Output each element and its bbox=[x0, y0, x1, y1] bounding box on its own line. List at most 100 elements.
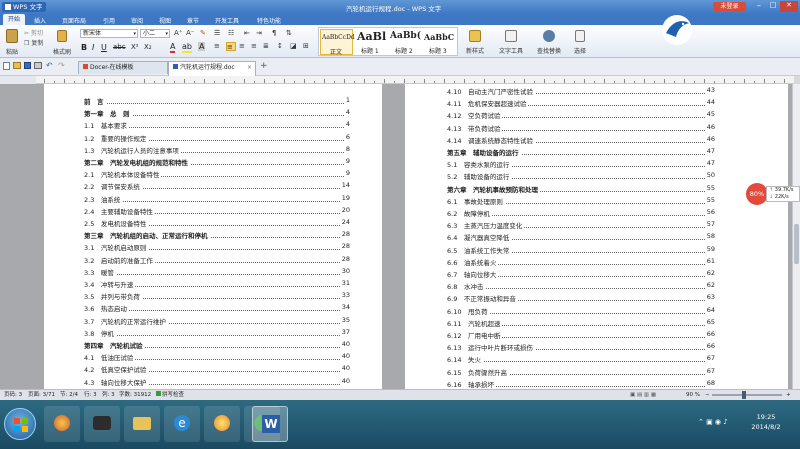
toc-chapter-entry[interactable]: 前 言 1 bbox=[84, 96, 350, 106]
app-menu-button[interactable]: WPS 文字 bbox=[2, 2, 46, 12]
taskbar-app-2[interactable] bbox=[84, 406, 120, 442]
undo-icon[interactable]: ↶ bbox=[46, 61, 53, 70]
minimize-button[interactable]: – bbox=[752, 1, 766, 12]
doc-tab-active[interactable]: 汽轮机运行规程.doc × bbox=[168, 61, 256, 76]
redo-icon[interactable]: ↷ bbox=[58, 61, 65, 70]
toc-entry[interactable]: 6.7 轴向位移大 62 bbox=[447, 269, 715, 279]
toc-entry[interactable]: 6.9 不正常振动和异音 63 bbox=[447, 293, 715, 304]
network-widget[interactable]: 80% ↑ 39.7K/s ↓ 22K/s bbox=[746, 183, 800, 205]
toc-entry[interactable]: 2.5 发电机设备特性 24 bbox=[84, 218, 350, 228]
tab-references[interactable]: 引用 bbox=[103, 16, 115, 25]
toc-entry[interactable]: 4.10 自动主汽门严密性试验 43 bbox=[447, 86, 715, 96]
open-icon[interactable] bbox=[13, 62, 21, 69]
toc-chapter-entry[interactable]: 第一章 总 则 4 bbox=[84, 108, 350, 119]
toc-entry[interactable]: 5.2 辅助设备的运行 50 bbox=[447, 171, 715, 182]
font-size-select[interactable]: 小二 ▾ bbox=[140, 29, 170, 38]
toc-entry[interactable]: 2.1 汽轮机本体设备特性 9 bbox=[84, 169, 350, 180]
style-heading-1[interactable]: AaBl 标题 1 bbox=[355, 29, 388, 55]
shading-icon[interactable]: ◪ bbox=[290, 42, 297, 50]
view-mode-icons[interactable]: ▣ ▤ ▥ ▦ bbox=[630, 390, 656, 400]
toc-entry[interactable]: 2.3 油系统 19 bbox=[84, 193, 350, 204]
tab-chapter[interactable]: 章节 bbox=[187, 16, 199, 25]
toc-entry[interactable]: 3.2 启动前的准备工作 28 bbox=[84, 254, 350, 265]
font-name-select[interactable]: 新宋体 ▾ bbox=[80, 29, 138, 38]
new-doc-icon[interactable] bbox=[3, 62, 10, 70]
tab-page-layout[interactable]: 页面布局 bbox=[62, 16, 86, 25]
status-col[interactable]: 列: 3 bbox=[102, 390, 115, 400]
toc-entry[interactable]: 4.11 危机保安器超速试验 44 bbox=[447, 98, 715, 109]
line-spacing-icon[interactable]: ↕ bbox=[277, 42, 283, 50]
page-left[interactable]: 前 言 1 第一章 总 则 4 1.1 基本要求 4 1.2 重要的操作规定 6 1.3 汽轮机… bbox=[44, 84, 382, 389]
toc-entry[interactable]: 3.6 热态启动 34 bbox=[84, 303, 350, 314]
toc-chapter-entry[interactable]: 第三章 汽轮机组的启动、正常运行和停机 28 bbox=[84, 230, 350, 241]
bold-icon[interactable]: B bbox=[81, 43, 87, 52]
toc-entry[interactable]: 4.1 低油压试验 40 bbox=[84, 352, 350, 363]
grow-font-icon[interactable]: A⁺ bbox=[174, 29, 182, 37]
toc-entry[interactable]: 3.1 汽轮机启动原则 28 bbox=[84, 242, 350, 253]
toc-entry[interactable]: 4.3 轴向位移大保护 40 bbox=[84, 376, 350, 387]
tab-start[interactable]: 开始 bbox=[3, 14, 25, 25]
tab-developer[interactable]: 开发工具 bbox=[215, 16, 239, 25]
status-page[interactable]: 页码: 3 bbox=[4, 390, 22, 400]
zoom-slider-thumb[interactable] bbox=[742, 391, 746, 399]
save-icon[interactable] bbox=[24, 62, 31, 69]
toc-entry[interactable]: 3.4 冲转与升速 31 bbox=[84, 279, 350, 289]
outdent-icon[interactable]: ⇤ bbox=[244, 29, 250, 37]
subscript-icon[interactable]: X₂ bbox=[144, 43, 152, 51]
toc-entry[interactable]: 6.4 凝汽器真空降低 58 bbox=[447, 232, 715, 243]
scroll-thumb[interactable] bbox=[794, 224, 799, 264]
toc-entry[interactable]: 3.5 并列与带负荷 33 bbox=[84, 291, 350, 302]
toc-entry[interactable]: 5.1 容类水泵的运行 47 bbox=[447, 159, 715, 170]
style-heading-3[interactable]: AaBbC 标题 3 bbox=[423, 29, 457, 55]
toc-entry[interactable]: 6.14 失火 67 bbox=[447, 354, 715, 365]
align-left-icon[interactable]: ≡ bbox=[214, 42, 224, 51]
toc-entry[interactable]: 6.3 主蒸汽压力温度变化 57 bbox=[447, 220, 715, 231]
tab-features[interactable]: 特色功能 bbox=[257, 16, 281, 25]
align-center-icon[interactable]: ≡ bbox=[226, 42, 236, 51]
toc-entry[interactable]: 6.12 厂用电中断 66 bbox=[447, 330, 715, 340]
spellcheck-toggle[interactable]: 拼写检查 bbox=[156, 390, 184, 400]
sort-icon[interactable]: ⇅ bbox=[286, 29, 292, 37]
toc-entry[interactable]: 3.8 停机 37 bbox=[84, 327, 350, 338]
style-heading-2[interactable]: AaBb( 标题 2 bbox=[389, 29, 422, 55]
zoom-out-button[interactable]: − bbox=[705, 390, 710, 400]
strikethrough-icon[interactable]: abc bbox=[113, 43, 126, 51]
taskbar-app-1[interactable] bbox=[44, 406, 80, 442]
toc-entry[interactable]: 6.16 轴承损坏 68 bbox=[447, 378, 715, 389]
font-color-icon[interactable]: A bbox=[170, 42, 176, 53]
maximize-button[interactable]: □ bbox=[766, 1, 780, 12]
toc-entry[interactable]: 6.6 油系统着火 61 bbox=[447, 256, 715, 267]
toc-entry[interactable]: 6.1 事故处理原则 55 bbox=[447, 195, 715, 206]
start-orb[interactable] bbox=[4, 408, 36, 440]
tray-icons[interactable]: ⌃ ▣ ◉ ♪ bbox=[698, 418, 728, 426]
zoom-level[interactable]: 90 % bbox=[686, 390, 700, 400]
toc-entry[interactable]: 6.13 运行中叶片断环或损伤 66 bbox=[447, 342, 715, 353]
toc-entry[interactable]: 2.2 调节保安系统 14 bbox=[84, 181, 350, 192]
toc-entry[interactable]: 6.15 负荷骤然升高 67 bbox=[447, 366, 715, 377]
shrink-font-icon[interactable]: A⁻ bbox=[186, 29, 194, 37]
status-row[interactable]: 行: 3 bbox=[84, 390, 97, 400]
copy-button[interactable]: ❐ 复制 bbox=[24, 38, 52, 47]
find-replace-button[interactable]: 查找替换 bbox=[534, 28, 564, 56]
toc-chapter-entry[interactable]: 第四章 汽轮机试验 40 bbox=[84, 340, 350, 350]
close-tab-icon[interactable]: × bbox=[247, 62, 252, 74]
toc-entry[interactable]: 6.10 甩负荷 64 bbox=[447, 305, 715, 316]
select-button[interactable]: 选择 bbox=[568, 28, 592, 56]
new-style-button[interactable]: 新样式 bbox=[462, 28, 488, 56]
status-word-count[interactable]: 字数: 31912 bbox=[119, 390, 151, 400]
toc-entry[interactable]: 3.3 暖管 30 bbox=[84, 266, 350, 277]
toc-entry[interactable]: 6.5 油系统工作失常 59 bbox=[447, 244, 715, 255]
bullet-list-icon[interactable]: ☰ bbox=[214, 29, 220, 37]
toc-entry[interactable]: 6.2 故障停机 56 bbox=[447, 208, 715, 218]
align-right-icon[interactable]: ≡ bbox=[239, 42, 245, 50]
status-section[interactable]: 节: 2/4 bbox=[60, 390, 78, 400]
justify-icon[interactable]: ≡ bbox=[251, 42, 257, 50]
new-tab-button[interactable]: + bbox=[260, 61, 268, 71]
italic-icon[interactable]: I bbox=[92, 43, 94, 52]
tab-review[interactable]: 审阅 bbox=[131, 16, 143, 25]
zoom-in-button[interactable]: + bbox=[786, 390, 791, 400]
doc-tab-docer[interactable]: Docer-在线模板 bbox=[78, 61, 168, 74]
toc-entry[interactable]: 2.4 主要辅助设备特性 20 bbox=[84, 205, 350, 216]
indent-icon[interactable]: ⇥ bbox=[256, 29, 262, 37]
vertical-scrollbar[interactable] bbox=[792, 84, 800, 389]
